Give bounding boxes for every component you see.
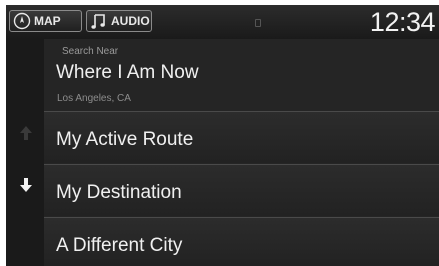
scroll-up-arrow-icon[interactable] — [20, 126, 32, 140]
nav-screen: MAP AUDIO 12:34 Search Near Where I Am N… — [6, 5, 439, 266]
audio-button-label: AUDIO — [111, 14, 150, 28]
list-item-my-active-route[interactable]: My Active Route — [44, 111, 439, 163]
music-note-icon — [91, 14, 105, 29]
list-item-label: Where I Am Now — [56, 62, 199, 83]
search-near-list: Search Near Where I Am Now Los Angeles, … — [44, 39, 439, 266]
status-indicator-icon — [255, 19, 261, 27]
list-item-label: My Active Route — [56, 129, 194, 150]
list-item-label: My Destination — [56, 182, 182, 203]
scroll-down-arrow-icon[interactable] — [20, 178, 32, 192]
compass-icon — [13, 12, 31, 30]
audio-button[interactable]: AUDIO — [86, 10, 152, 32]
list-item-label: A Different City — [56, 235, 183, 256]
clock: 12:34 — [369, 7, 436, 37]
list-item-my-destination[interactable]: My Destination — [44, 164, 439, 216]
status-bar: MAP AUDIO 12:34 — [6, 5, 439, 39]
scroll-column — [6, 39, 44, 266]
list-item-a-different-city[interactable]: A Different City — [44, 217, 439, 266]
map-button[interactable]: MAP — [9, 10, 82, 32]
list-item-sublabel: Los Angeles, CA — [57, 93, 131, 104]
list-caption: Search Near — [62, 46, 119, 57]
list-item-where-i-am-now[interactable]: Where I Am Now Los Angeles, CA — [44, 58, 439, 110]
map-button-label: MAP — [34, 14, 61, 28]
